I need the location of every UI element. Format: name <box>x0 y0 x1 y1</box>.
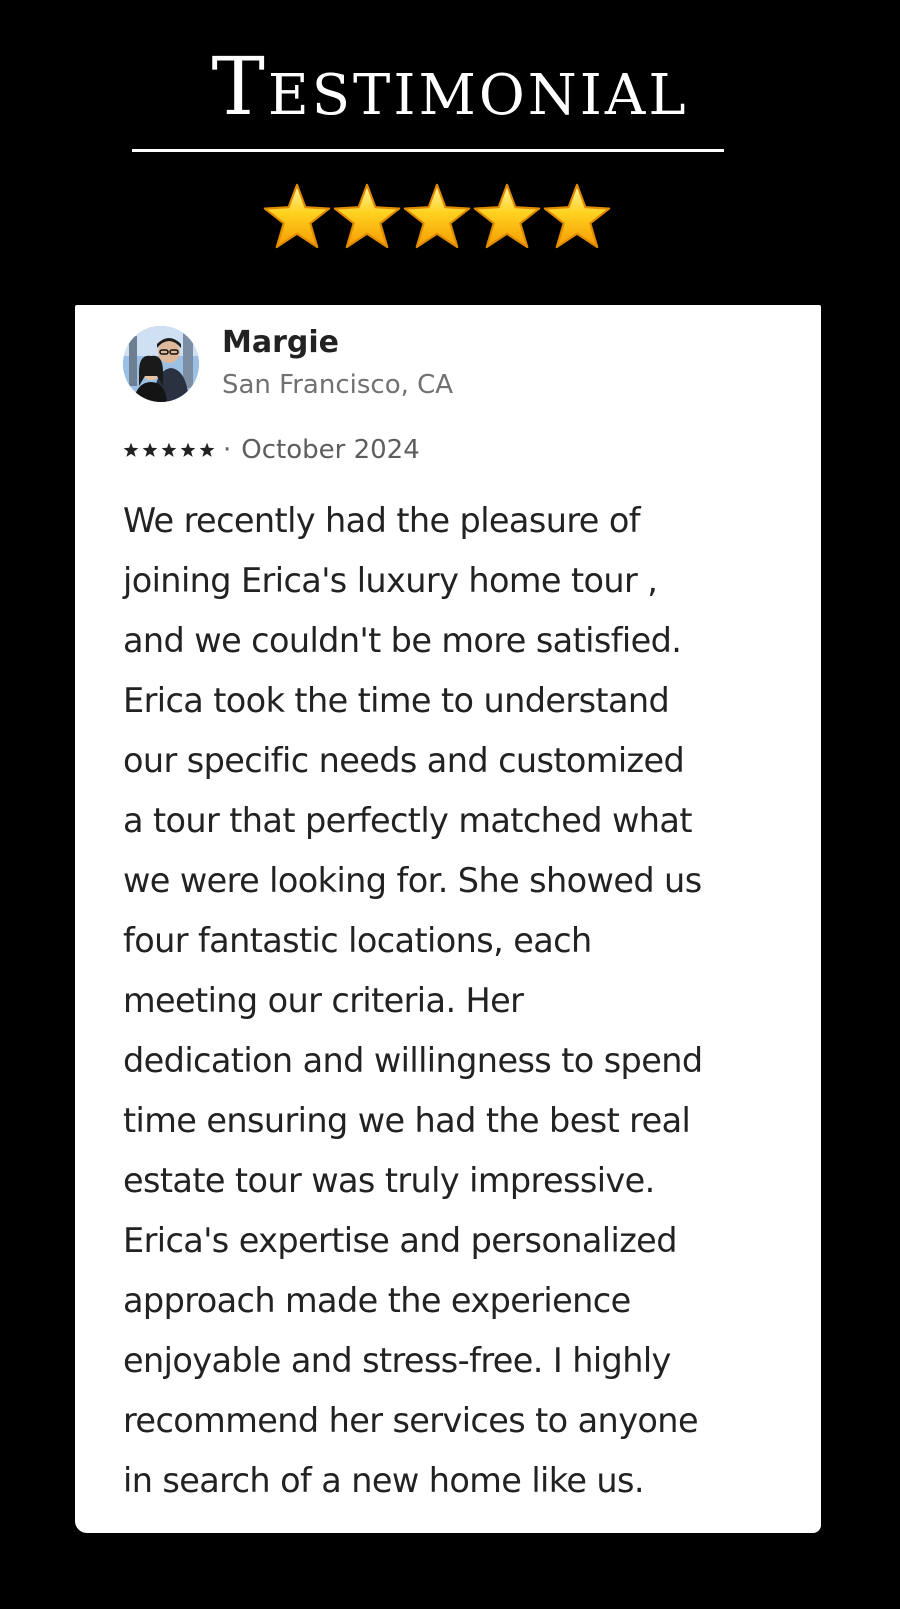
star-icon <box>473 183 541 249</box>
star-icon <box>263 183 331 249</box>
rating-stars-small <box>123 442 215 458</box>
star-icon <box>333 183 401 249</box>
star-icon <box>142 442 158 457</box>
avatar-photo <box>123 326 199 402</box>
star-icon <box>199 442 215 457</box>
title-underline <box>132 149 724 152</box>
review-meta: · October 2024 <box>123 435 420 465</box>
meta-separator: · <box>223 435 232 465</box>
star-icon <box>543 183 611 249</box>
star-icon <box>180 442 196 457</box>
rating-stars-large <box>262 182 622 256</box>
review-card: Margie San Francisco, CA · October 2024 … <box>75 305 821 1533</box>
star-icon <box>403 183 471 249</box>
review-text: We recently had the pleasure of joining … <box>123 501 703 1500</box>
reviewer-name: Margie <box>222 325 339 360</box>
testimonial-page: Testimonial Margie San Francisco, CA · O… <box>0 0 900 1609</box>
reviewer-location: San Francisco, CA <box>222 370 454 400</box>
avatar <box>123 326 199 402</box>
star-icon <box>161 442 177 457</box>
review-date: October 2024 <box>241 435 420 465</box>
star-icon <box>123 442 139 457</box>
page-title: Testimonial <box>211 40 689 133</box>
